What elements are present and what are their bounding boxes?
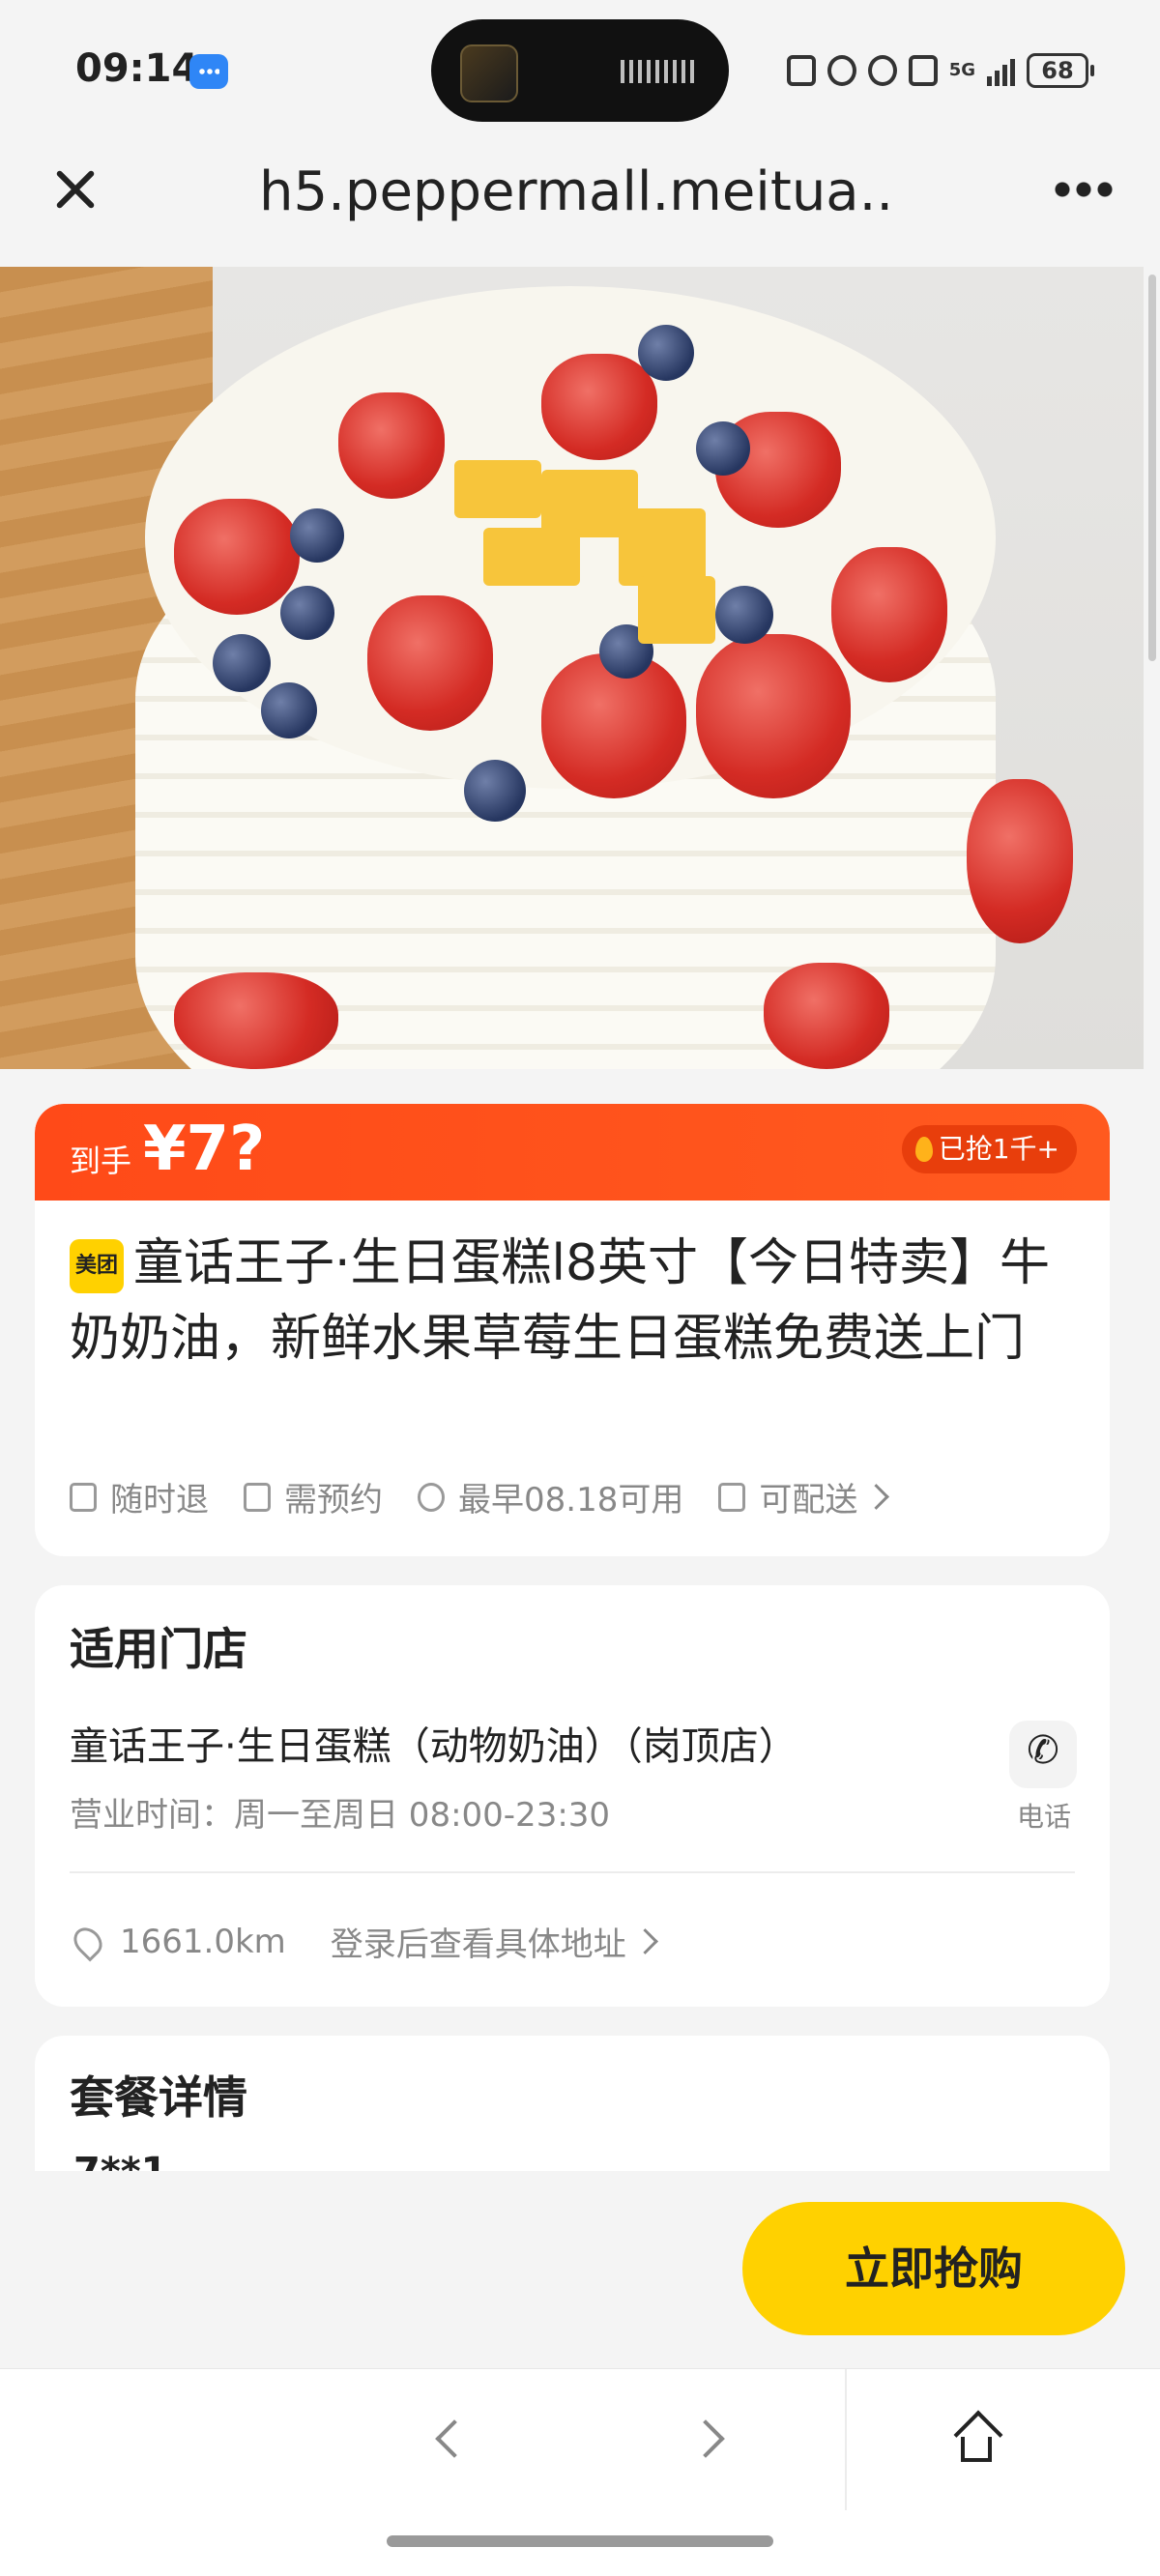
- tag-refund: 随时退: [70, 1473, 209, 1520]
- divider: [845, 2369, 847, 2510]
- divider: [70, 1871, 1075, 1873]
- sold-count-badge: 已抢1千+: [901, 1125, 1077, 1173]
- blueberry-decoration: [213, 634, 271, 692]
- check-circle-icon: [418, 1482, 445, 1512]
- blueberry-decoration: [280, 586, 334, 640]
- tag-label: 最早08.18可用: [458, 1481, 684, 1520]
- strawberry-decoration: [174, 499, 300, 615]
- strawberry-decoration: [696, 634, 851, 798]
- strawberry-decoration: [367, 595, 493, 731]
- store-card: 适用门店 童话王子·生日蛋糕（动物奶油）（岗顶店） 营业时间：周一至周日 08:…: [35, 1585, 1110, 2007]
- clock: 09:14: [75, 46, 199, 91]
- status-bar: 09:14 5G 68: [0, 0, 1160, 143]
- back-arrow-icon[interactable]: [429, 2419, 468, 2458]
- mango-decoration: [483, 528, 580, 586]
- strawberry-decoration: [541, 354, 657, 460]
- strawberry-decoration: [764, 963, 889, 1069]
- close-icon[interactable]: [48, 162, 102, 217]
- battery-icon: 68: [1027, 53, 1094, 88]
- package-item-peek: 7**1: [73, 2150, 168, 2171]
- store-section-title: 适用门店: [70, 1623, 247, 1675]
- store-location-row[interactable]: 1661.0km 登录后查看具体地址: [68, 1918, 658, 1965]
- mango-decoration: [454, 460, 541, 518]
- page-url-title: h5.peppermall.meitua...: [259, 160, 897, 223]
- page-scrollbar[interactable]: [1145, 267, 1160, 682]
- blueberry-decoration: [715, 586, 773, 644]
- signal-icon: [987, 55, 1015, 86]
- gesture-bar[interactable]: [387, 2535, 773, 2547]
- blueberry-decoration: [290, 508, 344, 563]
- calendar-check-icon: [244, 1482, 271, 1512]
- delivery-icon: [718, 1482, 746, 1512]
- product-title: 童话王子·生日蛋糕l8英寸【今日特卖】牛奶奶油，新鲜水果草莓生日蛋糕免费送上门: [70, 1234, 1051, 1368]
- strawberry-decoration: [174, 972, 338, 1069]
- audio-waveform-icon: [621, 60, 698, 83]
- strawberry-decoration: [831, 547, 947, 682]
- more-options-icon[interactable]: [1052, 182, 1114, 197]
- sold-count-text: 已抢1千+: [938, 1133, 1059, 1165]
- store-hours: 营业时间：周一至周日 08:00-23:30: [70, 1796, 611, 1835]
- phone-icon[interactable]: [1009, 1721, 1077, 1788]
- headphones-icon: [867, 55, 897, 86]
- message-notification-icon: [189, 54, 228, 89]
- nfc-icon: [786, 55, 816, 86]
- blueberry-decoration: [464, 760, 526, 822]
- tag-label: 可配送: [759, 1481, 858, 1520]
- blueberry-decoration: [261, 682, 317, 738]
- package-section-title: 套餐详情: [70, 2071, 247, 2124]
- tag-label: 随时退: [110, 1481, 209, 1520]
- blueberry-decoration: [696, 421, 750, 476]
- alarm-icon: [826, 55, 856, 86]
- strawberry-decoration: [338, 392, 445, 499]
- browser-bottom-nav: [0, 2368, 1160, 2576]
- store-distance: 1661.0km: [120, 1922, 286, 1961]
- forward-arrow-icon[interactable]: [692, 2419, 731, 2458]
- product-summary-card: 到手 ¥7? 已抢1千+ 美团 童话王子·生日蛋糕l8英寸【今日特卖】牛奶奶油，…: [35, 1104, 1110, 1556]
- strawberry-decoration: [967, 779, 1073, 943]
- buy-now-button[interactable]: 立即抢购: [742, 2202, 1125, 2335]
- price-banner: 到手 ¥7? 已抢1千+: [35, 1104, 1110, 1201]
- network-type: 5G: [948, 60, 975, 80]
- now-playing-artwork: [460, 44, 518, 102]
- home-icon[interactable]: [951, 2412, 1005, 2466]
- service-tags: 随时退 需预约 最早08.18可用 可配送: [70, 1473, 890, 1520]
- tag-label: 需预约: [284, 1481, 383, 1520]
- status-icons: 5G 68: [786, 48, 1094, 93]
- tag-delivery[interactable]: 可配送: [718, 1473, 890, 1520]
- store-name[interactable]: 童话王子·生日蛋糕（动物奶油）（岗顶店）: [70, 1715, 798, 1771]
- tag-reservation: 需预约: [244, 1473, 383, 1520]
- product-image-carousel[interactable]: [0, 267, 1144, 1069]
- address-login-hint: 登录后查看具体地址: [330, 1925, 626, 1964]
- blueberry-decoration: [638, 325, 694, 381]
- chevron-right-icon: [863, 1484, 890, 1510]
- purchase-bar: 立即抢购: [0, 2171, 1160, 2368]
- dynamic-island[interactable]: [431, 19, 729, 122]
- package-details-card: 套餐详情 7**1: [35, 2036, 1110, 2171]
- chevron-right-icon: [631, 1928, 658, 1954]
- mango-decoration: [638, 576, 715, 644]
- location-pin-icon: [68, 1921, 108, 1962]
- phone-label[interactable]: 电话: [1011, 1796, 1077, 1835]
- price-value: ¥7?: [143, 1114, 266, 1185]
- vibrate-icon: [908, 55, 938, 86]
- tag-earliest-date: 最早08.18可用: [418, 1473, 683, 1520]
- mango-decoration: [619, 508, 706, 586]
- price-prefix: 到手: [70, 1143, 132, 1179]
- document-icon: [70, 1482, 97, 1512]
- flame-icon: [914, 1137, 933, 1162]
